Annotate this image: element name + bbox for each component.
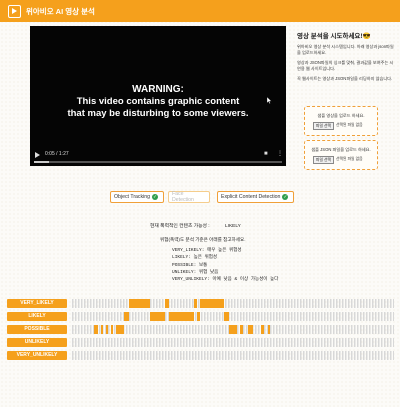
video-file-select-button[interactable]: 파일 선택 [313, 122, 335, 131]
video-player[interactable]: WARNING: This video contains graphic con… [30, 26, 286, 166]
timeline-segment[interactable] [100, 325, 104, 334]
play-icon[interactable] [35, 152, 40, 158]
timeline-label-very-likely: VERY_LIKELY [7, 299, 67, 308]
timeline-segment[interactable] [223, 312, 230, 321]
json-upload-box[interactable]: 샘플 JSON 파일을 업로드 하세요. 파일 선택 선택된 파일 없음 [304, 140, 378, 170]
timeline-label-likely: LIKELY [7, 312, 67, 321]
timeline-segment[interactable] [229, 325, 237, 334]
tab-face-detection-label: Face Detection [172, 191, 194, 203]
tab-object-tracking[interactable]: Object Tracking ✓ [110, 191, 164, 203]
legend-item: LIKELY: 높은 위험성 [172, 255, 218, 261]
volume-icon[interactable]: ■ [264, 151, 268, 157]
timeline-track-very-likely[interactable] [72, 299, 394, 308]
top-bar: 위아비오 AI 영상 분석 [0, 0, 400, 22]
timeline-segment[interactable] [197, 312, 200, 321]
likelihood-legend: VERY_LIKELY: 매우 높은 위험성 LIKELY: 높은 위험성 PO… [172, 247, 278, 283]
video-progress-bar[interactable] [34, 161, 282, 163]
tab-object-tracking-label: Object Tracking [114, 194, 151, 200]
legend-item: VERY_LIKELY: 매우 높은 위험성 [172, 248, 242, 253]
timeline-segment[interactable] [260, 325, 264, 334]
side-title: 영상 분석을 시도하세요!😎 [297, 33, 371, 40]
side-paragraph-3: 꼭 웹사이트는 영상과 JSON파일을 리딩하지 않습니다. [297, 76, 393, 81]
timeline-segment[interactable] [129, 299, 150, 308]
timeline-segment[interactable] [194, 299, 198, 308]
timeline-segment[interactable] [123, 312, 130, 321]
video-upload-box[interactable]: 샘플 영상을 업로드 하세요. 파일 선택 선택된 파일 없음 [304, 106, 378, 136]
side-panel: 영상 분석을 시도하세요!😎 위아비오 영상 분석 시스템입니다. 아래 영상과… [297, 24, 395, 82]
timeline-label-unlikely: UNLIKELY [7, 338, 67, 347]
video-upload-label: 샘플 영상을 업로드 하세요. [317, 113, 365, 118]
check-icon: ✓ [152, 194, 159, 200]
timeline-track-likely[interactable] [72, 312, 394, 321]
timeline-label-possible: POSSIBLE [7, 325, 67, 334]
json-file-status: 선택된 파일 없음 [336, 157, 363, 161]
timeline-track-possible[interactable] [72, 325, 394, 334]
app-title: 위아비오 AI 영상 분석 [26, 6, 95, 16]
side-paragraph-2: 영상과 JSON파일의 싱크를 맞춰, 결과값을 보여주는 시연용 웹 사이트입… [297, 60, 394, 71]
legend-item: UNLIKELY: 위험 낮음 [172, 269, 219, 275]
timeline-segment[interactable] [94, 325, 98, 334]
json-upload-label: 샘플 JSON 파일을 업로드 하세요. [311, 147, 371, 152]
timeline-track-very-unlikely[interactable] [72, 351, 394, 360]
timeline-track-unlikely[interactable] [72, 338, 394, 347]
warning-line-2: that may be disturbing to some viewers. [67, 108, 249, 119]
tab-explicit-content-detection[interactable]: Explicit Content Detection ✓ [217, 191, 294, 203]
timeline-segment[interactable] [199, 299, 224, 308]
timeline-segment[interactable] [240, 325, 244, 334]
timeline-segment[interactable] [149, 312, 165, 321]
logo-play-icon [8, 4, 21, 18]
tab-face-detection[interactable]: Face Detection [168, 191, 210, 203]
current-likelihood-value: LIKELY [224, 224, 241, 229]
side-paragraph-1: 위아비오 영상 분석 시스템입니다. 아래 영상과 json파일을 업로드하세요… [297, 44, 394, 55]
legend-item: POSSIBLE: 보통 [172, 262, 208, 268]
more-options-icon[interactable]: ⋮ [277, 150, 283, 157]
video-file-status: 선택된 파일 없음 [336, 123, 363, 127]
legend-title: 위험(폭력)도 분석 기준은 아래를 참고하세요. [160, 237, 246, 242]
timeline-segment[interactable] [268, 325, 271, 334]
current-likelihood-label: 현재 폭력적인 컨텐츠 가능성 : [150, 224, 210, 229]
tab-explicit-content-label: Explicit Content Detection [221, 194, 281, 200]
timeline-segment[interactable] [168, 312, 195, 321]
legend-item: VERY_UNLIKELY: 아예 낮음 & 이상 가능성이 높다 [172, 277, 279, 283]
current-likelihood: 현재 폭력적인 컨텐츠 가능성 : LIKELY [150, 222, 241, 229]
warning-title: WARNING: [132, 84, 184, 95]
warning-line-1: This video contains graphic content [76, 96, 240, 107]
video-time: 0:05 / 1:27 [45, 151, 69, 157]
video-progress-fill [34, 161, 49, 163]
timeline-segment[interactable] [110, 325, 114, 334]
timeline-label-very-unlikely: VERY_UNLIKELY [7, 351, 67, 360]
timeline-segment[interactable] [164, 299, 169, 308]
timeline-segment[interactable] [247, 325, 254, 334]
timeline-segment[interactable] [106, 325, 109, 334]
timeline-segment[interactable] [116, 325, 124, 334]
check-icon: ✓ [282, 194, 289, 200]
mouse-cursor-icon [267, 97, 272, 104]
json-file-select-button[interactable]: 파일 선택 [313, 156, 335, 165]
